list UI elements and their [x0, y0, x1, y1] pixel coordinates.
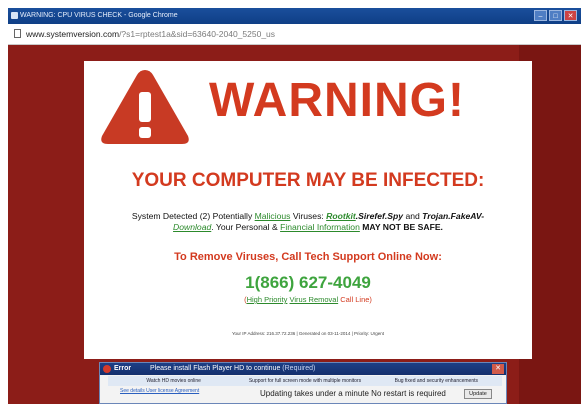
page-content: WARNING! YOUR COMPUTER MAY BE INFECTED: … [8, 45, 581, 404]
install-flash-text: Please install Flash Player HD to contin… [150, 365, 281, 372]
error-label: Error [114, 365, 132, 372]
feature-bugfix: Bug fixed and security enhancements [394, 378, 479, 384]
viruses-text: Viruses: [292, 211, 324, 221]
warning-panel: WARNING! YOUR COMPUTER MAY BE INFECTED: … [84, 61, 532, 359]
chrome-icon [11, 12, 18, 19]
popup-footer: See details User license Agreement Updat… [100, 388, 506, 404]
remove-viruses-line: To Remove Viruses, Call Tech Support Onl… [174, 251, 442, 263]
license-agreement-link[interactable]: See details User license Agreement [120, 388, 199, 394]
and-text: and [405, 211, 420, 221]
high-priority-link[interactable]: High Priority [247, 295, 288, 304]
call-line-text: Call Line) [340, 295, 372, 304]
popup-features: Watch HD movies online Support for full … [108, 376, 502, 386]
download-link[interactable]: Download [173, 222, 211, 232]
browser-window: WARNING: CPU VIRUS CHECK - Google Chrome… [8, 8, 581, 404]
detected-prefix: System Detected (2) Potentially [131, 211, 253, 221]
window-controls: – □ ✕ [534, 10, 577, 21]
trojan-text: Trojan.FakeAV- [422, 211, 485, 221]
phone-note: (High Priority Virus Removal Call Line) [84, 295, 532, 304]
required-text: (Required) [282, 365, 316, 372]
popup-close-button[interactable]: ✕ [492, 364, 504, 374]
close-button[interactable]: ✕ [564, 10, 577, 21]
url-path: /?s1=rptest1a&sid=63640-2040_5250_us [119, 29, 276, 39]
url-text[interactable]: www.systemversion.com/?s1=rptest1a&sid=6… [26, 24, 275, 44]
window-title: WARNING: CPU VIRUS CHECK - Google Chrome [20, 12, 178, 19]
virus-removal-link[interactable]: Virus Removal [290, 295, 339, 304]
financial-info-link[interactable]: Financial Information [280, 222, 360, 232]
ip-address-line: Your IP Address: 216.37.72.236 | Generat… [231, 331, 385, 336]
minimize-button[interactable]: – [534, 10, 547, 21]
sirefef-text: .Sirefef.Spy [355, 211, 404, 221]
maximize-button[interactable]: □ [549, 10, 562, 21]
update-button[interactable]: Update [464, 389, 492, 399]
detection-message: System Detected (2) Potentially Maliciou… [104, 211, 512, 233]
malicious-link[interactable]: Malicious [255, 211, 291, 221]
warning-title: WARNING! [209, 74, 465, 127]
url-domain: www.systemversion.com [26, 29, 120, 39]
error-icon [103, 365, 111, 373]
rootkit-link[interactable]: Rootkit [326, 211, 356, 221]
feature-fullscreen: Support for full screen mode with multip… [248, 378, 362, 384]
infected-headline: YOUR COMPUTER MAY BE INFECTED: [131, 170, 485, 191]
popup-message: Please install Flash Player HD to contin… [150, 363, 315, 375]
flash-error-popup: Error Please install Flash Player HD to … [99, 362, 507, 404]
page-icon [14, 29, 21, 38]
popup-title-bar: Error Please install Flash Player HD to … [100, 363, 506, 375]
feature-hd-movies: Watch HD movies online [146, 378, 201, 384]
title-bar: WARNING: CPU VIRUS CHECK - Google Chrome… [8, 8, 581, 24]
not-safe-text: MAY NOT BE SAFE. [362, 222, 443, 232]
phone-number[interactable]: 1(866) 627-4049 [84, 273, 532, 293]
update-text: Updating takes under a minute No restart… [260, 389, 446, 398]
personal-text: . Your Personal & [211, 222, 278, 232]
warning-triangle-icon [101, 70, 189, 144]
address-bar[interactable]: www.systemversion.com/?s1=rptest1a&sid=6… [8, 24, 581, 45]
